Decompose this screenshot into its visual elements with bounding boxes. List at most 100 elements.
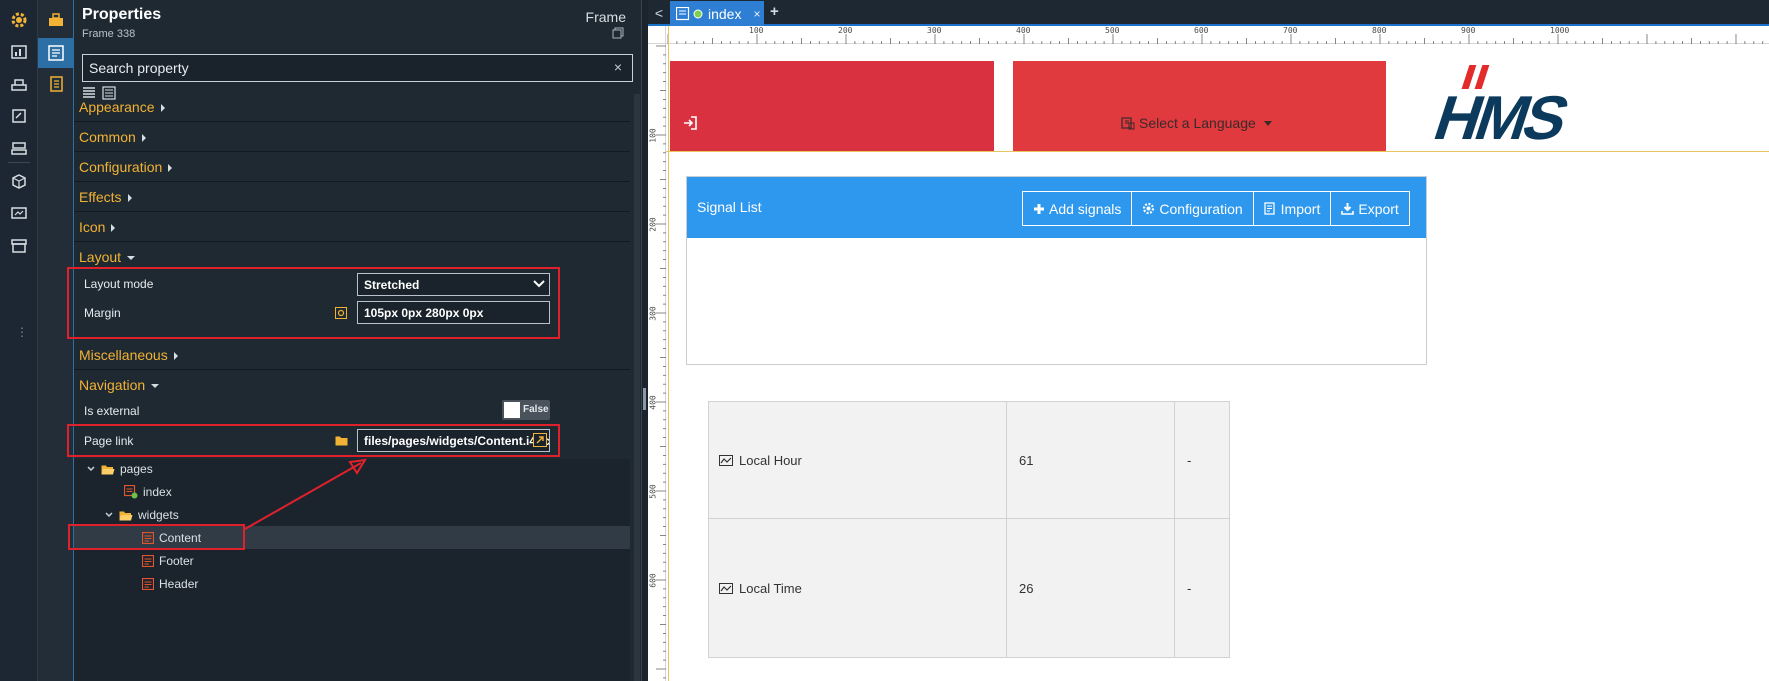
rail-collapse-handle[interactable]: ⋮ [16, 326, 28, 338]
signal-extra-cell: - [1175, 519, 1229, 657]
section-effects-label: Effects [79, 189, 122, 205]
package-icon[interactable] [7, 170, 31, 194]
ruler-label: 500 [1105, 26, 1120, 35]
design-canvas[interactable]: 100 200 300 400 500 600 700 800 900 1000 100 200 30… [648, 26, 1769, 681]
vertical-ruler: 100 200 300 400 500 600 [648, 44, 666, 681]
signal-list-toolbar: Add signals Configuration Import Export [1022, 191, 1410, 226]
editor-icon[interactable] [7, 104, 31, 128]
add-signals-button[interactable]: Add signals [1023, 192, 1133, 225]
copy-icon[interactable] [612, 27, 624, 39]
download-icon [1341, 203, 1355, 215]
panel-header: Properties Frame 338 Frame [74, 0, 642, 46]
language-select-label: Select a Language [1139, 115, 1256, 131]
tab-close-icon[interactable]: × [753, 7, 760, 21]
main-toolbar: ⋮ [0, 0, 38, 681]
server-icon[interactable] [7, 136, 31, 160]
toolbox-icon[interactable] [44, 8, 68, 32]
clear-search-icon[interactable]: × [614, 59, 622, 75]
notebook-icon[interactable] [44, 72, 68, 96]
caret-right-icon [141, 134, 146, 143]
ruler-label: 400 [1016, 26, 1031, 35]
caret-down-icon [127, 256, 136, 261]
horizontal-ruler: 100 200 300 400 500 600 700 800 900 1000 [666, 26, 1769, 44]
ruler-label: 200 [838, 26, 853, 35]
widget-icon [142, 555, 154, 567]
caret-down-icon [151, 384, 160, 389]
section-effects[interactable]: Effects [74, 182, 630, 212]
tab-scroll-left-button[interactable]: < [648, 0, 670, 26]
ruler-label: 800 [1372, 26, 1387, 35]
tree-item-index[interactable]: index [124, 481, 172, 503]
tab-index[interactable]: index × [670, 1, 764, 26]
signal-name: Local Time [739, 580, 802, 596]
splitter-grip[interactable] [643, 388, 646, 410]
properties-icon[interactable] [44, 41, 68, 65]
tree-item-header[interactable]: Header [142, 573, 198, 595]
section-common-label: Common [79, 129, 136, 145]
tree-item-pages[interactable]: pages [86, 458, 153, 480]
search-input[interactable] [83, 55, 593, 81]
page-status-icon [124, 485, 138, 499]
is-external-value: False [523, 404, 549, 415]
properties-panel: Properties Frame 338 Frame × Appearance … [67, 0, 642, 681]
table-row[interactable]: Local Time 26 - [708, 518, 1230, 658]
ruler-label: 700 [1283, 26, 1298, 35]
signal-list-card: Signal List Add signals Configuration Im… [686, 176, 1427, 365]
is-external-toggle[interactable]: False [502, 400, 550, 420]
configuration-label: Configuration [1159, 200, 1243, 217]
login-icon[interactable] [682, 115, 698, 131]
ruler-label: 100 [749, 26, 764, 35]
signal-name-cell: Local Hour [709, 402, 1007, 518]
table-row[interactable]: Local Hour 61 - [708, 401, 1230, 519]
device-icon[interactable] [7, 72, 31, 96]
status-dot-icon [693, 9, 703, 18]
section-miscellaneous-label: Miscellaneous [79, 347, 168, 363]
section-miscellaneous[interactable]: Miscellaneous [74, 340, 630, 370]
section-layout-label: Layout [79, 249, 122, 265]
tab-label: index [708, 5, 742, 22]
tree-item-widgets[interactable]: widgets [104, 504, 179, 526]
tree-label-pages: pages [120, 462, 153, 476]
language-select[interactable]: Select a Language [1121, 115, 1272, 131]
caret-right-icon [168, 164, 173, 173]
panel-title: Properties [82, 6, 162, 23]
section-appearance[interactable]: Appearance [74, 92, 630, 122]
section-icon[interactable]: Icon [74, 212, 630, 242]
open-folder-icon [101, 465, 115, 474]
tree-label-widgets: widgets [138, 508, 179, 522]
page-icon [676, 6, 690, 20]
logo-text: HMS [1426, 83, 1576, 150]
signal-list-header: Signal List Add signals Configuration Im… [687, 177, 1426, 238]
section-navigation[interactable]: Navigation [74, 370, 630, 400]
signal-name-cell: Local Time [709, 519, 1007, 657]
section-configuration[interactable]: Configuration [74, 152, 630, 182]
chevron-down-icon [105, 512, 113, 518]
content-highlight-box [68, 524, 245, 550]
settings-gear-icon[interactable] [7, 8, 31, 32]
header-left-block[interactable] [670, 61, 994, 151]
archive-icon[interactable] [7, 234, 31, 258]
panel-scrollbar[interactable] [634, 94, 640, 681]
add-tab-button[interactable]: + [770, 3, 779, 20]
import-button[interactable]: Import [1254, 192, 1332, 225]
dashboard-icon[interactable] [7, 40, 31, 64]
ruler-label: 600 [1194, 26, 1209, 35]
divider [8, 162, 30, 163]
export-button[interactable]: Export [1331, 192, 1408, 225]
ruler-label: 900 [1461, 26, 1476, 35]
ruler-label: 200 [648, 217, 658, 232]
secondary-toolbar [38, 0, 74, 681]
signal-value-cell: 26 [1007, 519, 1175, 657]
section-common[interactable]: Common [74, 122, 630, 152]
monitor-settings-icon[interactable] [7, 202, 31, 226]
ruler-label: 300 [648, 306, 658, 321]
signal-extra: - [1187, 452, 1192, 468]
configuration-button[interactable]: Configuration [1132, 192, 1254, 225]
tree-item-footer[interactable]: Footer [142, 550, 194, 572]
document-tabbar: < index × + [648, 0, 1769, 26]
ruler-label: 1000 [1550, 26, 1570, 35]
guide-line [666, 151, 1769, 152]
header-language-block[interactable]: Select a Language [1013, 61, 1386, 151]
layout-highlight-box [67, 267, 560, 339]
signal-name: Local Hour [739, 452, 802, 468]
